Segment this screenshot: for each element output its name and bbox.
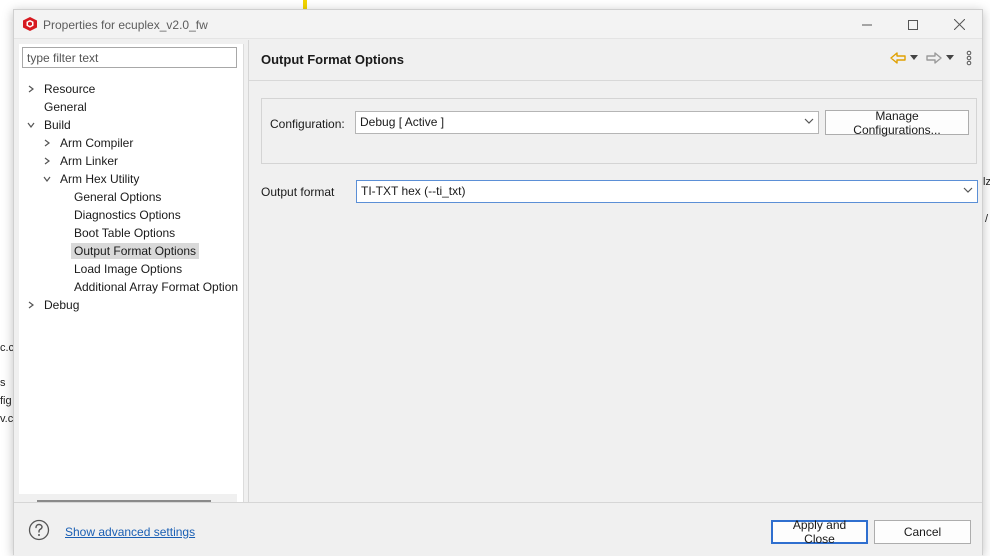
chevron-right-icon[interactable] bbox=[24, 80, 38, 98]
background-text: s bbox=[0, 377, 6, 389]
forward-arrow-icon[interactable] bbox=[926, 50, 942, 66]
chevron-down-icon[interactable] bbox=[40, 170, 54, 188]
output-format-value: TI-TXT hex (--ti_txt) bbox=[361, 184, 466, 198]
minimize-button[interactable] bbox=[844, 10, 890, 39]
tree-item-label: Resource bbox=[44, 82, 96, 96]
tree-item-label: Load Image Options bbox=[74, 262, 183, 276]
tree-item-label: Arm Compiler bbox=[60, 136, 134, 150]
title-bar[interactable]: Properties for ecuplex_v2.0_fw bbox=[14, 10, 982, 39]
show-advanced-settings-link[interactable]: Show advanced settings bbox=[65, 525, 195, 539]
ccs-cube-icon bbox=[23, 17, 37, 31]
forward-dropdown-icon[interactable] bbox=[946, 50, 954, 66]
tree-item-label: Arm Hex Utility bbox=[60, 172, 140, 186]
output-format-label: Output format bbox=[261, 185, 335, 199]
help-icon[interactable] bbox=[28, 519, 50, 541]
minimize-icon bbox=[862, 24, 872, 25]
background-text: c.c bbox=[0, 342, 15, 354]
background-text: / bbox=[985, 213, 989, 225]
tree-item-boot-table-options[interactable]: Boot Table Options bbox=[71, 224, 178, 242]
properties-page: Output Format Options Configuration: Deb… bbox=[248, 40, 982, 503]
chevron-right-icon[interactable] bbox=[24, 296, 38, 314]
apply-and-close-button[interactable]: Apply and Close bbox=[771, 518, 868, 546]
tree-item-build[interactable]: Build bbox=[24, 116, 74, 134]
more-options-icon[interactable] bbox=[966, 50, 972, 66]
maximize-icon bbox=[908, 19, 918, 30]
chevron-down-icon bbox=[804, 115, 814, 129]
back-arrow-icon[interactable] bbox=[890, 50, 906, 66]
tree-item-label: General bbox=[44, 100, 87, 114]
tree-item-general[interactable]: General bbox=[41, 98, 90, 116]
configuration-label: Configuration: bbox=[270, 117, 345, 131]
tree-item-load-image-options[interactable]: Load Image Options bbox=[71, 260, 185, 278]
title-separator bbox=[249, 80, 982, 81]
close-icon bbox=[953, 19, 965, 30]
back-dropdown-icon[interactable] bbox=[910, 50, 918, 66]
window-title: Properties for ecuplex_v2.0_fw bbox=[43, 18, 208, 32]
output-format-select[interactable]: TI-TXT hex (--ti_txt) bbox=[356, 180, 978, 203]
tree-item-arm-linker[interactable]: Arm Linker bbox=[40, 152, 121, 170]
tree-item-additional-array-format-options[interactable]: Additional Array Format Option bbox=[71, 278, 241, 296]
dialog-button-bar: Show advanced settings Apply and Close C… bbox=[14, 502, 982, 556]
page-nav-toolbar bbox=[890, 50, 972, 66]
tree-item-label: Additional Array Format Option bbox=[74, 280, 239, 294]
tree-item-label: Build bbox=[44, 118, 71, 132]
tree-item-label: Boot Table Options bbox=[74, 226, 176, 240]
chevron-right-icon[interactable] bbox=[40, 152, 54, 170]
tree-item-debug[interactable]: Debug bbox=[24, 296, 82, 314]
tree-item-resource[interactable]: Resource bbox=[24, 80, 98, 98]
filter-input[interactable] bbox=[22, 47, 237, 68]
configuration-group: Configuration: Debug [ Active ] Manage C… bbox=[261, 98, 977, 164]
background-text: v.c bbox=[0, 413, 14, 425]
configuration-value: Debug [ Active ] bbox=[360, 115, 445, 129]
tree-item-label: Debug bbox=[44, 298, 80, 312]
tree-item-output-format-options[interactable]: Output Format Options bbox=[71, 242, 200, 260]
tree-item-label: General Options bbox=[74, 190, 162, 204]
configuration-select[interactable]: Debug [ Active ] bbox=[355, 111, 819, 134]
tree-item-diagnostics-options[interactable]: Diagnostics Options bbox=[71, 206, 184, 224]
properties-dialog: Properties for ecuplex_v2.0_fw Resource … bbox=[13, 9, 983, 556]
background-text: fig bbox=[0, 395, 12, 407]
tree-item-arm-compiler[interactable]: Arm Compiler bbox=[40, 134, 136, 152]
page-title: Output Format Options bbox=[261, 52, 404, 67]
manage-configurations-button[interactable]: Manage Configurations... bbox=[825, 109, 969, 137]
chevron-down-icon bbox=[963, 184, 973, 198]
chevron-right-icon[interactable] bbox=[40, 134, 54, 152]
tree-item-arm-hex-utility[interactable]: Arm Hex Utility bbox=[40, 170, 142, 188]
tree-item-general-options[interactable]: General Options bbox=[71, 188, 164, 206]
maximize-button[interactable] bbox=[890, 10, 936, 39]
tree-item-label: Arm Linker bbox=[60, 154, 119, 168]
tree-item-label: Diagnostics Options bbox=[74, 208, 181, 222]
cancel-button[interactable]: Cancel bbox=[874, 520, 971, 544]
close-button[interactable] bbox=[936, 10, 982, 39]
background-text: lz bbox=[983, 176, 990, 188]
chevron-down-icon[interactable] bbox=[24, 116, 38, 134]
navigation-panel: Resource General Build Arm Compiler Arm … bbox=[19, 44, 244, 508]
tree-item-label: Output Format Options bbox=[71, 243, 200, 259]
